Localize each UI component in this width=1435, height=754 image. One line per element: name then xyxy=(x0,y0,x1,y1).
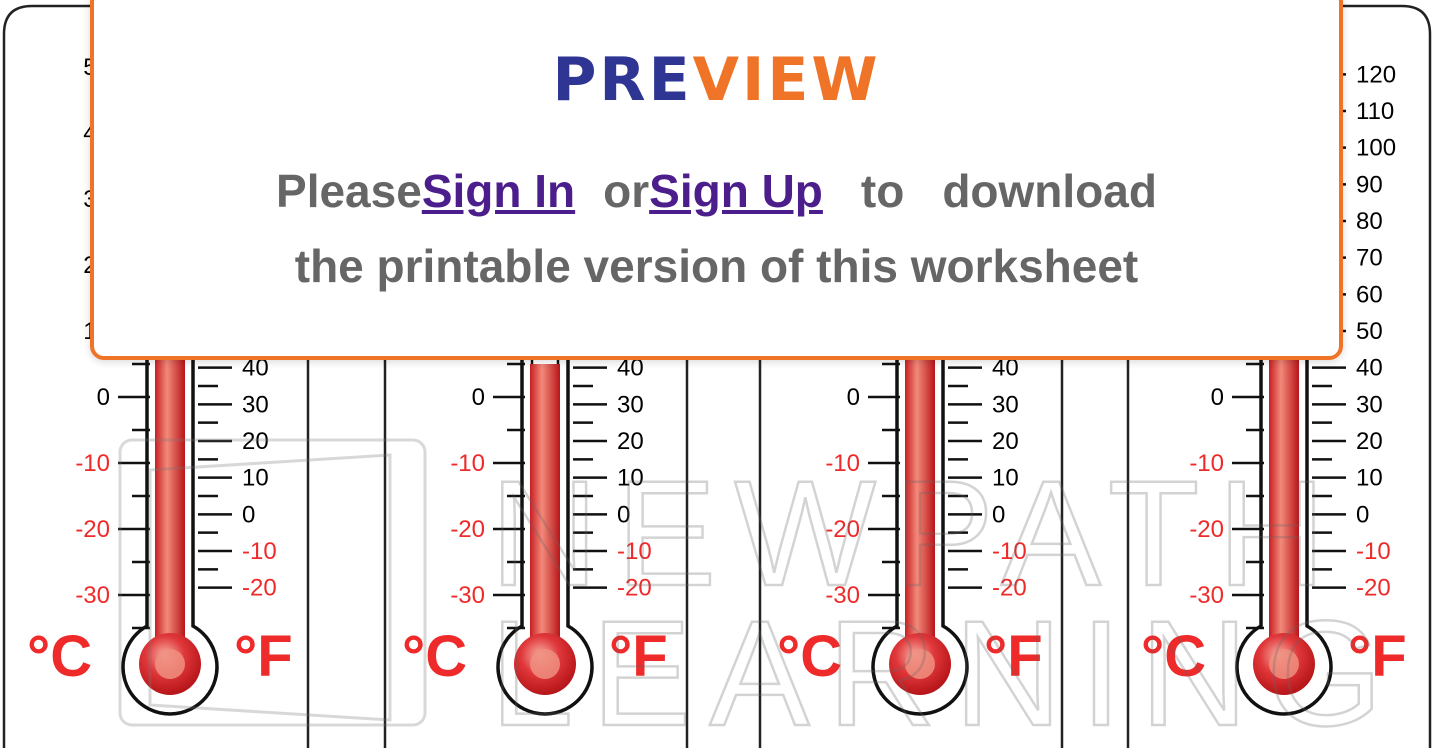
celsius-tick-label: -30 xyxy=(450,582,485,609)
fahrenheit-tick-label: 30 xyxy=(617,391,644,418)
celsius-unit-symbol: °C xyxy=(27,624,92,689)
celsius-unit-symbol: °C xyxy=(402,624,467,689)
please-text: Please xyxy=(276,165,422,217)
fahrenheit-tick-label: 10 xyxy=(1356,465,1383,492)
celsius-tick-label: -20 xyxy=(75,516,110,543)
preview-message-line1: PleaseSign In orSign Up to download xyxy=(94,168,1339,214)
celsius-tick-label: 0 xyxy=(1211,384,1224,411)
fahrenheit-tick-label: 110 xyxy=(1356,98,1394,125)
fahrenheit-tick-label: 0 xyxy=(242,501,255,528)
celsius-tick-label: -30 xyxy=(75,582,110,609)
preview-title-part1: PRE xyxy=(552,45,693,115)
fahrenheit-tick-label: 30 xyxy=(992,391,1019,418)
sign-up-link[interactable]: Sign Up xyxy=(649,165,823,217)
preview-title: PREVIEW xyxy=(94,50,1339,110)
celsius-tick-label: -10 xyxy=(450,450,485,477)
celsius-tick-label: -20 xyxy=(450,516,485,543)
to-text: to xyxy=(860,165,905,217)
celsius-tick-label: 0 xyxy=(97,384,110,411)
fahrenheit-tick-label: 80 xyxy=(1356,208,1383,235)
watermark-line2: LEARNING xyxy=(490,589,1401,749)
fahrenheit-tick-label: -10 xyxy=(1356,538,1391,565)
fahrenheit-tick-label: 70 xyxy=(1356,245,1383,272)
fahrenheit-tick-label: 0 xyxy=(1356,501,1369,528)
preview-overlay: PREVIEW PleaseSign In orSign Up to download… xyxy=(90,0,1343,360)
fahrenheit-tick-label: -10 xyxy=(242,538,277,565)
fahrenheit-tick-label: 60 xyxy=(1356,281,1383,308)
sign-in-link[interactable]: Sign In xyxy=(422,165,575,217)
celsius-tick-label: -10 xyxy=(75,450,110,477)
fahrenheit-tick-label: 20 xyxy=(1356,428,1383,455)
fahrenheit-tick-label: -20 xyxy=(242,575,277,602)
fahrenheit-tick-label: 30 xyxy=(1356,391,1383,418)
fahrenheit-tick-label: 30 xyxy=(242,391,269,418)
fahrenheit-tick-label: 40 xyxy=(1356,355,1383,382)
or-text: or xyxy=(603,165,650,217)
download-text: download xyxy=(942,165,1157,217)
newpath-learning-watermark: NEWPATHLEARNING xyxy=(118,438,1401,754)
fahrenheit-tick-label: 100 xyxy=(1356,135,1396,162)
bulb-highlight xyxy=(155,649,185,679)
fahrenheit-tick-label: 50 xyxy=(1356,318,1383,345)
fahrenheit-tick-label: 90 xyxy=(1356,171,1383,198)
celsius-tick-label: 0 xyxy=(472,384,485,411)
celsius-tick-label: 0 xyxy=(847,384,860,411)
preview-title-part2: VIEW xyxy=(692,45,881,115)
fahrenheit-unit-symbol: °F xyxy=(234,624,293,689)
preview-message-line2: the printable version of this worksheet xyxy=(294,240,1139,292)
fahrenheit-tick-label: 10 xyxy=(242,465,269,492)
fahrenheit-tick-label: 120 xyxy=(1356,61,1396,88)
